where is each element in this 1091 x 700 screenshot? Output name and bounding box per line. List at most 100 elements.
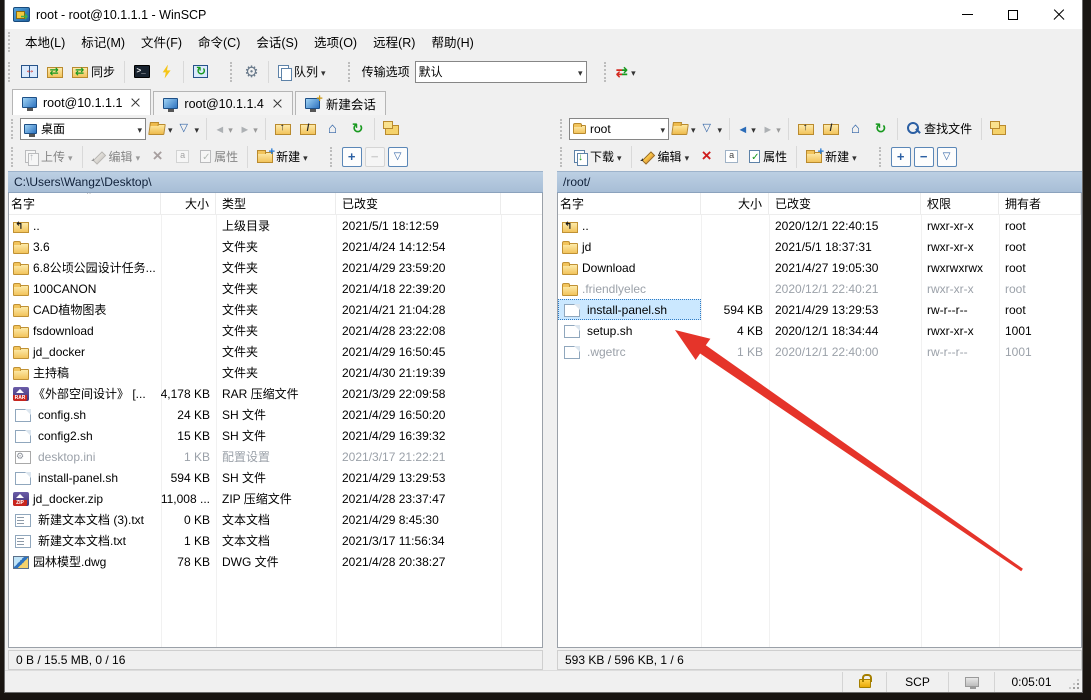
- compare-directories-button[interactable]: [17, 59, 42, 84]
- local-parent-directory-button[interactable]: [270, 116, 295, 141]
- title-bar[interactable]: root - root@10.1.1.1 - WinSCP: [5, 0, 1082, 29]
- local-filter-button[interactable]: [176, 116, 203, 141]
- remote-select-remove-button[interactable]: [914, 147, 934, 167]
- file-row[interactable]: jd_docker.zip11,008 ...ZIP 压缩文件2021/4/28…: [9, 488, 542, 509]
- open-console-button[interactable]: [154, 59, 179, 84]
- synchronize-button[interactable]: 同步: [67, 59, 120, 84]
- maximize-button[interactable]: [990, 0, 1036, 29]
- local-tree-button[interactable]: [379, 116, 404, 141]
- remote-forward-button[interactable]: [759, 116, 784, 141]
- remote-new-button[interactable]: 新建: [801, 144, 862, 169]
- file-row[interactable]: .wgetrc1 KB2020/12/1 22:40:00rw-r--r--10…: [558, 341, 1081, 362]
- local-select-remove-button[interactable]: [365, 147, 385, 167]
- menu-item-help[interactable]: 帮助(H): [423, 28, 481, 55]
- column-header-type[interactable]: 类型: [216, 193, 336, 214]
- column-header-changed[interactable]: 已改变: [769, 193, 921, 214]
- tab-close-icon[interactable]: [272, 98, 283, 109]
- file-row[interactable]: 3.6文件夹2021/4/24 14:12:54: [9, 236, 542, 257]
- file-row[interactable]: 100CANON文件夹2021/4/18 22:39:20: [9, 278, 542, 299]
- file-row[interactable]: install-panel.sh594 KBSH 文件2021/4/29 13:…: [9, 467, 542, 488]
- local-path-bar[interactable]: C:\Users\Wangz\Desktop\: [8, 171, 543, 193]
- tab-new-session[interactable]: 新建会话: [295, 91, 386, 115]
- remote-path-bar[interactable]: /root/: [557, 171, 1082, 193]
- remote-root-directory-button[interactable]: [818, 116, 843, 141]
- file-row[interactable]: 《外部空间设计》 [...4,178 KBRAR 压缩文件2021/3/29 2…: [9, 383, 542, 404]
- synchronize-browsing-button[interactable]: [42, 59, 67, 84]
- column-header-owner[interactable]: 拥有者: [999, 193, 1081, 214]
- session-duration[interactable]: 0:05:01: [994, 672, 1068, 692]
- local-delete-button[interactable]: [145, 144, 170, 169]
- file-row[interactable]: 新建文本文档.txt1 KB文本文档2021/3/17 11:56:34: [9, 530, 542, 551]
- transfer-settings-select[interactable]: 默认: [415, 61, 587, 83]
- local-selection-filter-button[interactable]: [388, 147, 408, 167]
- column-header-changed[interactable]: 已改变: [336, 193, 501, 214]
- column-header-size[interactable]: 大小: [701, 193, 769, 214]
- protocol-indicator[interactable]: SCP: [886, 672, 948, 692]
- remote-properties-button[interactable]: 属性: [744, 144, 792, 169]
- file-row[interactable]: setup.sh4 KB2020/12/1 18:34:44rwxr-xr-x1…: [558, 320, 1081, 341]
- server-indicator[interactable]: [948, 672, 994, 692]
- close-button[interactable]: [1036, 0, 1082, 29]
- menu-item-mark[interactable]: 标记(M): [73, 28, 133, 55]
- local-open-directory-button[interactable]: [146, 116, 176, 141]
- menu-item-remote[interactable]: 远程(R): [365, 28, 423, 55]
- resize-grip[interactable]: [1068, 672, 1082, 692]
- remote-open-directory-button[interactable]: [669, 116, 699, 141]
- file-row[interactable]: install-panel.sh594 KB2021/4/29 13:29:53…: [558, 299, 1081, 320]
- tab-session-10-1-1-4[interactable]: root@10.1.1.4: [153, 91, 292, 115]
- local-edit-button[interactable]: 编辑: [87, 144, 146, 169]
- local-select-add-button[interactable]: [342, 147, 362, 167]
- local-rename-button[interactable]: [170, 144, 195, 169]
- menu-item-command[interactable]: 命令(C): [190, 28, 248, 55]
- file-row[interactable]: ..上级目录2021/5/1 18:12:59: [9, 215, 542, 236]
- file-row[interactable]: config2.sh15 KBSH 文件2021/4/29 16:39:32: [9, 425, 542, 446]
- open-terminal-button[interactable]: [129, 59, 154, 84]
- remote-delete-button[interactable]: [694, 144, 719, 169]
- column-header-size[interactable]: 大小: [161, 193, 216, 214]
- remote-tree-button[interactable]: [986, 116, 1011, 141]
- column-header-name[interactable]: 名字: [9, 193, 161, 214]
- download-button[interactable]: 下载: [569, 144, 627, 169]
- remote-filter-button[interactable]: [699, 116, 726, 141]
- remote-home-button[interactable]: [843, 116, 868, 141]
- remote-selection-filter-button[interactable]: [937, 147, 957, 167]
- local-properties-button[interactable]: 属性: [195, 144, 243, 169]
- file-row[interactable]: 6.8公顷公园设计任务...文件夹2021/4/29 23:59:20: [9, 257, 542, 278]
- file-row[interactable]: CAD植物图表文件夹2021/4/21 21:04:28: [9, 299, 542, 320]
- file-row[interactable]: desktop.ini1 KB配置设置2021/3/17 21:22:21: [9, 446, 542, 467]
- remote-select-add-button[interactable]: [891, 147, 911, 167]
- local-home-button[interactable]: [320, 116, 345, 141]
- remote-refresh-button[interactable]: [868, 116, 893, 141]
- file-row[interactable]: 新建文本文档 (3).txt0 KB文本文档2021/4/29 8:45:30: [9, 509, 542, 530]
- preferences-button[interactable]: [239, 59, 264, 84]
- minimize-button[interactable]: [944, 0, 990, 29]
- file-row[interactable]: ..2020/12/1 22:40:15rwxr-xr-xroot: [558, 215, 1081, 236]
- file-row[interactable]: Download2021/4/27 19:05:30rwxrwxrwxroot: [558, 257, 1081, 278]
- find-files-button[interactable]: 查找文件: [902, 116, 977, 141]
- menu-item-file[interactable]: 文件(F): [133, 28, 190, 55]
- local-new-button[interactable]: 新建: [252, 144, 313, 169]
- file-row[interactable]: .friendlyelec2020/12/1 22:40:21rwxr-xr-x…: [558, 278, 1081, 299]
- file-row[interactable]: fsdownload文件夹2021/4/28 23:22:08: [9, 320, 542, 341]
- local-refresh-button[interactable]: [345, 116, 370, 141]
- remote-edit-button[interactable]: 编辑: [636, 144, 695, 169]
- queue-button[interactable]: 队列: [273, 59, 331, 84]
- local-back-button[interactable]: [211, 116, 236, 141]
- file-row[interactable]: 园林模型.dwg78 KBDWG 文件2021/4/28 20:38:27: [9, 551, 542, 572]
- local-directory-selector[interactable]: 桌面: [20, 118, 146, 140]
- file-row[interactable]: jd_docker文件夹2021/4/29 16:50:45: [9, 341, 542, 362]
- panel-splitter[interactable]: [543, 115, 557, 670]
- menu-item-local[interactable]: 本地(L): [17, 28, 73, 55]
- menu-item-session[interactable]: 会话(S): [248, 28, 306, 55]
- remote-back-button[interactable]: [734, 116, 759, 141]
- file-row[interactable]: jd2021/5/1 18:37:31rwxr-xr-xroot: [558, 236, 1081, 257]
- remote-parent-directory-button[interactable]: [793, 116, 818, 141]
- tab-session-10-1-1-1[interactable]: root@10.1.1.1: [12, 89, 151, 115]
- column-header-name[interactable]: 名字: [558, 193, 701, 214]
- column-header-permissions[interactable]: 权限: [921, 193, 999, 214]
- remote-directory-selector[interactable]: root: [569, 118, 669, 140]
- encryption-indicator[interactable]: [842, 672, 886, 692]
- file-row[interactable]: config.sh24 KBSH 文件2021/4/29 16:50:20: [9, 404, 542, 425]
- transfer-mode-button[interactable]: [613, 59, 639, 84]
- remote-rename-button[interactable]: [719, 144, 744, 169]
